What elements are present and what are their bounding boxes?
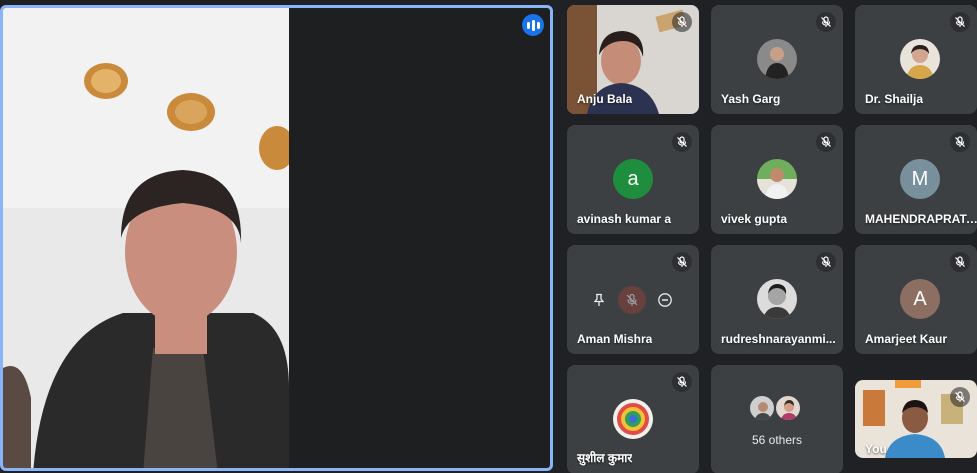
mic-off-icon [950, 12, 970, 32]
mic-off-icon [950, 132, 970, 152]
self-tile[interactable]: You [855, 380, 977, 458]
participant-name: MAHENDRAPRATA... [865, 212, 977, 226]
participant-name: rudreshnarayanmi... [721, 332, 836, 346]
participant-tile[interactable]: Aman Mishra [567, 245, 699, 354]
participant-name: Anju Bala [577, 92, 633, 106]
pin-icon[interactable] [585, 286, 613, 314]
tile-hover-controls [577, 283, 687, 317]
avatar-initial: M [911, 167, 929, 190]
participant-avatar: A [900, 279, 940, 319]
participant-name: Aman Mishra [577, 332, 653, 346]
main-speaker-tile[interactable] [0, 5, 553, 471]
participant-name: Amarjeet Kaur [865, 332, 948, 346]
participant-tile[interactable]: Yash Garg [711, 5, 843, 114]
participant-name: सुशील कुमार [577, 451, 633, 465]
participant-tile[interactable]: rudreshnarayanmi... [711, 245, 843, 354]
participant-tile[interactable]: Dr. Shailja [855, 5, 977, 114]
others-tile[interactable]: 56 others [711, 365, 843, 473]
participant-name: Yash Garg [721, 92, 781, 106]
mic-off-icon [672, 12, 692, 32]
mic-off-icon [816, 132, 836, 152]
participant-avatar: a [613, 159, 653, 199]
avatar-initial: A [913, 287, 927, 310]
participant-avatar [757, 159, 797, 199]
participant-tile[interactable]: सुशील कुमार [567, 365, 699, 473]
participant-tile[interactable]: Anju Bala [567, 5, 699, 114]
participant-avatar [757, 279, 797, 319]
participant-avatar [757, 39, 797, 79]
participant-avatar: M [900, 159, 940, 199]
mic-off-icon [816, 12, 836, 32]
avatar-initial: a [627, 167, 639, 190]
participant-avatar [613, 399, 653, 439]
participant-avatar [900, 39, 940, 79]
mic-off-icon [672, 132, 692, 152]
mic-off-icon [816, 252, 836, 272]
speaking-indicator-icon [522, 14, 544, 36]
self-name: You [865, 442, 887, 456]
participant-name: Dr. Shailja [865, 92, 924, 106]
remove-participant-icon[interactable] [651, 286, 679, 314]
others-avatar [749, 395, 775, 421]
mic-off-icon [950, 252, 970, 272]
others-avatar [775, 395, 801, 421]
mic-off-icon [950, 387, 970, 407]
participant-tile[interactable]: a avinash kumar a [567, 125, 699, 234]
others-avatars [749, 395, 805, 421]
mic-off-icon [672, 372, 692, 392]
participant-name: vivek gupta [721, 212, 788, 226]
participant-tile[interactable]: vivek gupta [711, 125, 843, 234]
participant-name: avinash kumar a [577, 212, 672, 226]
speaker-video [3, 8, 289, 468]
participant-tile[interactable]: M MAHENDRAPRATA... [855, 125, 977, 234]
participant-tile[interactable]: A Amarjeet Kaur [855, 245, 977, 354]
mute-participant-icon[interactable] [617, 286, 646, 314]
others-count-label: 56 others [751, 433, 803, 447]
mic-off-icon [672, 252, 692, 272]
